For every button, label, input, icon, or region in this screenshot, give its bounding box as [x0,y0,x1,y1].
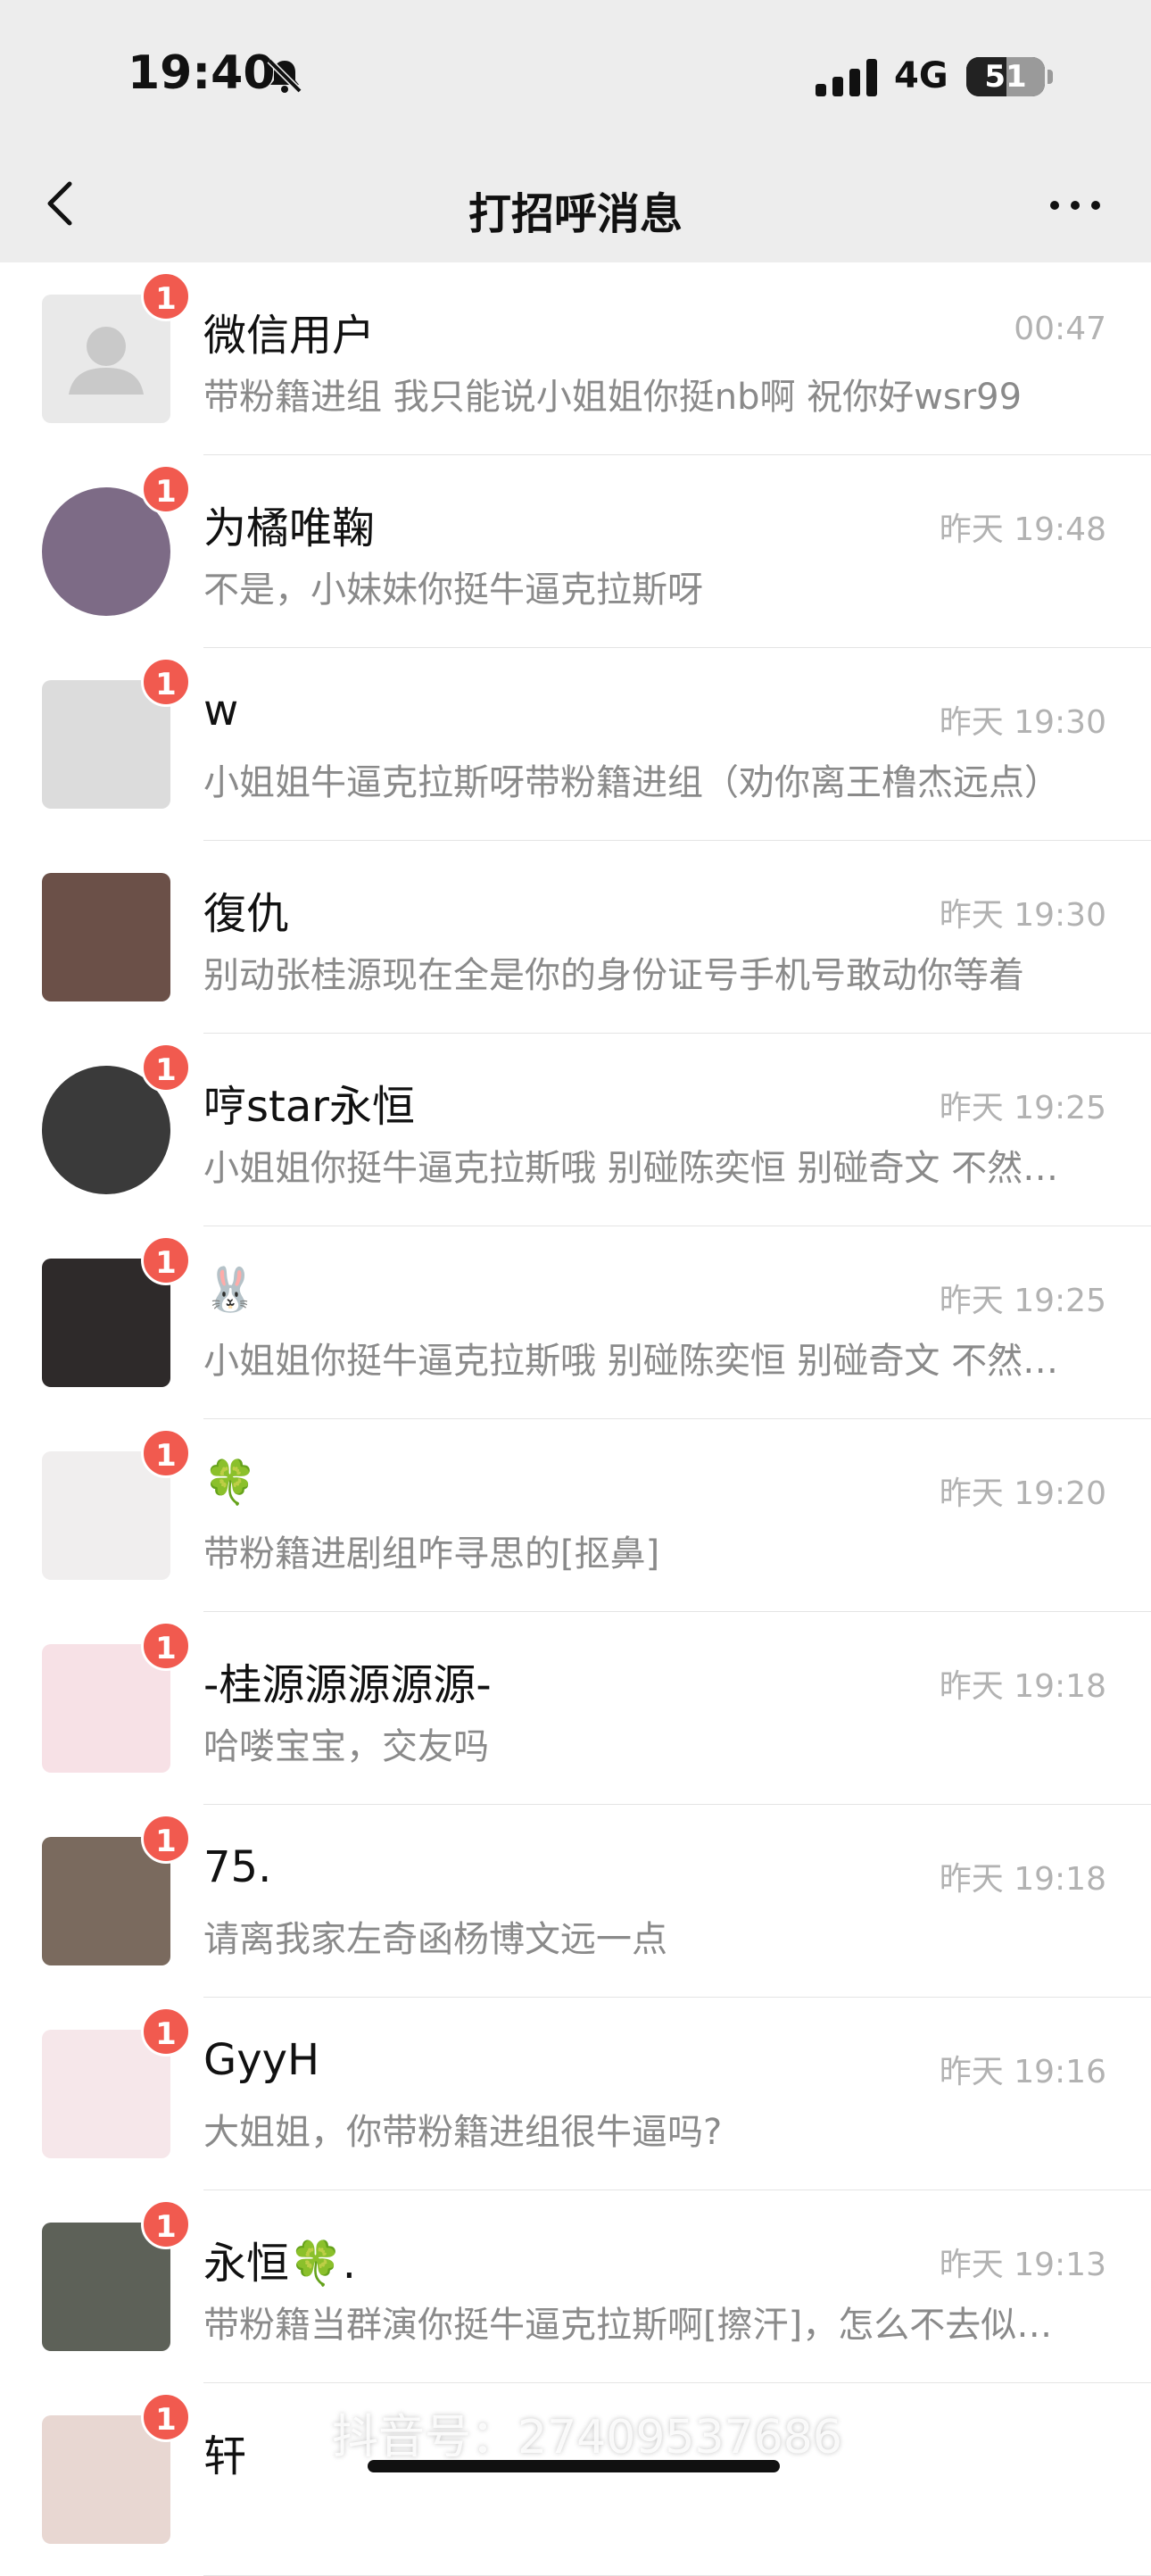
message-time: 00:47 [1014,311,1106,347]
page-title: 打招呼消息 [468,189,683,239]
message-time: 昨天 19:20 [939,1475,1106,1512]
list-item[interactable]: 1 w 小姐姐牛逼克拉斯呀带粉籍进组（劝你离王橹杰远点） 昨天 19:30 [0,648,1151,841]
message-preview: 别动张桂源现在全是你的身份证号手机号敢动你等着 [203,955,1024,996]
list-item[interactable]: 1 🍀 带粉籍进剧组咋寻思的[抠鼻] 昨天 19:20 [0,1419,1151,1612]
message-preview: 带粉籍当群演你挺牛逼克拉斯啊[擦汗]，怎么不去似… [203,2305,1053,2346]
message-preview: 请离我家左奇函杨博文远一点 [203,1919,667,1960]
message-preview: 小姐姐你挺牛逼克拉斯哦 别碰陈奕恒 别碰奇文 不然… [203,1148,1059,1189]
list-item[interactable]: 1 GyyH 大姐姐，你带粉籍进组很牛逼吗? 昨天 19:16 [0,1998,1151,2190]
list-item[interactable]: 1 哼star永恒小姐姐你挺牛逼克拉斯哦 别碰陈奕恒 别碰奇文 不然… 昨天 19:… [0,1034,1151,1226]
message-time: 昨天 19:48 [939,511,1106,548]
list-item[interactable]: 1 75. 请离我家左奇函杨博文远一点 昨天 19:18 [0,1805,1151,1998]
message-preview: 大姐姐，你带粉籍进组很牛逼吗? [203,2112,723,2153]
nav-bar: 打招呼消息 [0,152,1151,263]
contact-name: 復仇 [203,889,290,939]
message-time: 昨天 19:30 [939,704,1106,741]
list-item[interactable]: 1 🐰 小姐姐你挺牛逼克拉斯哦 别碰陈奕恒 别碰奇文 不然… 昨天 19:25 [0,1226,1151,1419]
list-item[interactable]: 1 -桂源源源源源- 哈喽宝宝，交友吗 昨天 19:18 [0,1612,1151,1805]
unread-badge: 1 [141,2199,191,2249]
mute-bell-icon [267,58,302,94]
contact-name: -桂源源源源源- [203,1660,492,1710]
contact-name: 微信用户 [203,311,376,361]
more-icon[interactable] [1044,179,1106,232]
contact-name: 永恒🍀. [203,2239,357,2289]
contact-name: 哼star永恒 [203,1082,415,1132]
list-item[interactable]: 1 永恒🍀. 带粉籍当群演你挺牛逼克拉斯啊[擦汗]，怎么不去似… 昨天 19:13 [0,2190,1151,2383]
home-indicator [368,2460,780,2472]
status-time: 19:40 [128,46,276,100]
contact-name: 75. [203,1842,272,1892]
contact-name: w [203,686,239,735]
avatar[interactable] [42,873,170,1001]
list-item[interactable]: 1 为橘唯鞠不是，小妹妹你挺牛逼克拉斯呀 昨天 19:48 [0,455,1151,648]
contact-name: GyyH [203,2035,320,2085]
contact-name: 🐰 [203,1265,257,1315]
battery-tip [1047,70,1053,84]
message-preview: 哈喽宝宝，交友吗 [203,1726,489,1767]
unread-badge: 1 [141,2392,191,2442]
message-time: 昨天 19:30 [939,897,1106,934]
message-time: 昨天 19:13 [939,2247,1106,2283]
unread-badge: 1 [141,1043,191,1093]
message-time: 昨天 19:18 [939,1668,1106,1705]
message-preview: 带粉籍进组 我只能说小姐姐你挺nb啊 祝你好wsr99 [203,377,1023,418]
contact-name: 为橘唯鞠 [203,503,376,553]
message-time: 昨天 19:16 [939,2054,1106,2090]
unread-badge: 1 [141,657,191,707]
unread-badge: 1 [141,271,191,321]
unread-badge: 1 [141,1235,191,1285]
unread-badge: 1 [141,1428,191,1478]
message-preview: 带粉籍进剧组咋寻思的[抠鼻] [203,1533,660,1575]
message-preview: 不是，小妹妹你挺牛逼克拉斯呀 [203,569,703,611]
back-chevron-icon[interactable] [36,177,89,230]
message-time: 昨天 19:18 [939,1861,1106,1898]
message-time: 昨天 19:25 [939,1283,1106,1319]
message-time: 昨天 19:25 [939,1090,1106,1126]
message-preview: 小姐姐牛逼克拉斯呀带粉籍进组（劝你离王橹杰远点） [203,762,1060,803]
network-type: 4G [894,55,948,96]
message-preview: 小姐姐你挺牛逼克拉斯哦 别碰陈奕恒 别碰奇文 不然… [203,1341,1059,1382]
unread-badge: 1 [141,2007,191,2057]
status-bar: 19:40 4G 51 [0,0,1151,152]
unread-badge: 1 [141,1814,191,1864]
list-item[interactable]: 1 微信用户带粉籍进组 我只能说小姐姐你挺nb啊 祝你好wsr99 00:47 [0,262,1151,455]
battery-level: 51 [984,59,1027,95]
signal-icon [816,59,877,96]
unread-badge: 1 [141,1621,191,1671]
watermark: 抖音号：27409537686 [332,2411,842,2464]
contact-name: 轩 [203,2431,247,2481]
unread-badge: 1 [141,464,191,514]
battery-icon: 51 [966,57,1045,96]
list-item[interactable]: 復仇别动张桂源现在全是你的身份证号手机号敢动你等着 昨天 19:30 [0,841,1151,1034]
contact-name: 🍀 [203,1458,257,1508]
